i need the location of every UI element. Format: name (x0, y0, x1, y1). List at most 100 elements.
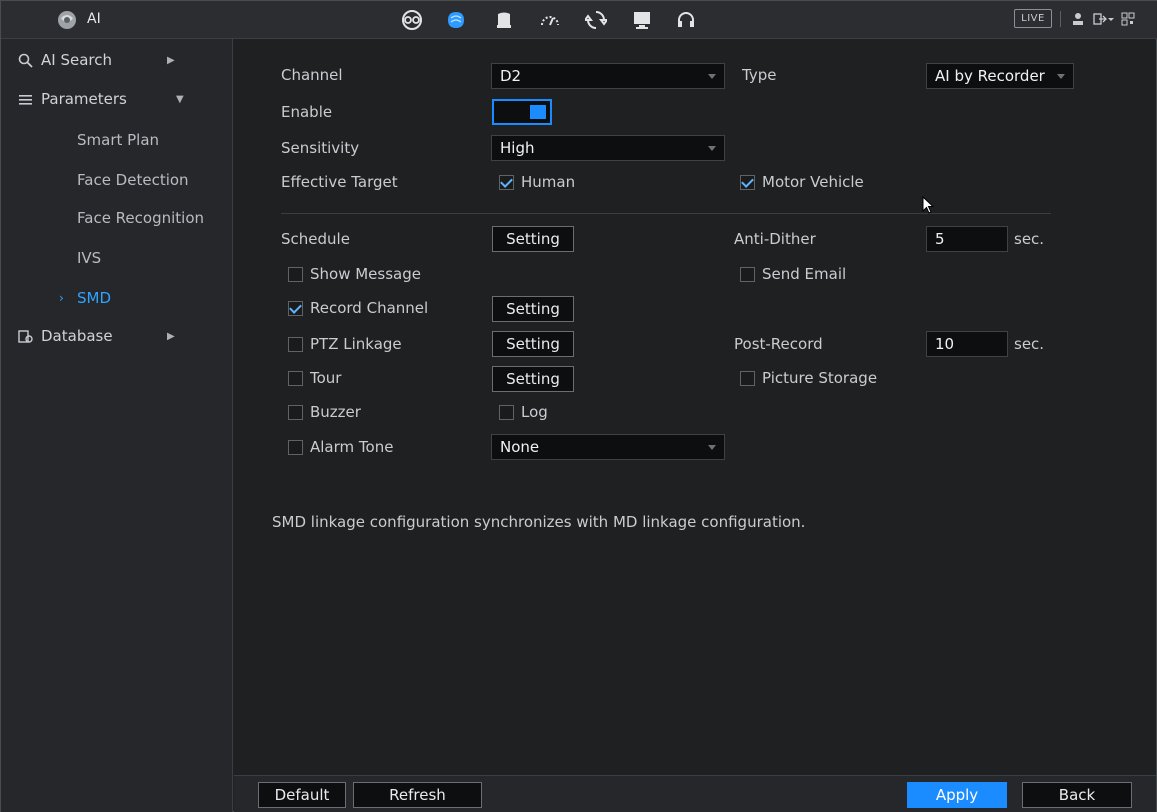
chevron-down-icon (708, 445, 716, 450)
chevron-down-icon[interactable] (1106, 10, 1116, 28)
motor-vehicle-checkbox[interactable]: Motor Vehicle (740, 173, 864, 191)
headset-icon[interactable] (671, 7, 701, 33)
display-icon[interactable] (627, 7, 657, 33)
sidebar-item-smd[interactable]: › SMD (1, 279, 233, 317)
schedule-label: Schedule (281, 230, 350, 248)
sidebar-item-face-recognition[interactable]: Face Recognition (1, 199, 233, 237)
type-label: Type (742, 66, 777, 84)
record-channel-checkbox[interactable]: Record Channel (288, 299, 428, 317)
active-arrow-icon: › (59, 291, 64, 305)
ptz-linkage-label: PTZ Linkage (310, 335, 402, 353)
sec-label: sec. (1014, 230, 1045, 248)
type-value: AI by Recorder (935, 67, 1045, 85)
toggle-knob (530, 105, 546, 119)
checkbox-box (499, 174, 514, 190)
apply-button[interactable]: Apply (907, 782, 1007, 808)
caret-down-icon: ▼ (176, 93, 184, 105)
checkbox-box (288, 404, 303, 420)
sensitivity-label: Sensitivity (281, 139, 360, 157)
app-title: AI (87, 11, 101, 27)
anti-dither-input[interactable]: 5 (926, 226, 1008, 252)
type-dropdown[interactable]: AI by Recorder (926, 63, 1074, 89)
buzzer-label: Buzzer (310, 403, 361, 421)
sidebar: AI Search ▶ Parameters ▼ Smart Plan Face… (1, 39, 233, 812)
sidebar-item-label: Smart Plan (77, 131, 160, 149)
refresh-button[interactable]: Refresh (353, 782, 482, 808)
user-icon[interactable] (1069, 10, 1087, 28)
picture-storage-checkbox[interactable]: Picture Storage (740, 369, 877, 387)
channel-dropdown[interactable]: D2 (491, 63, 725, 89)
alarm-tone-label: Alarm Tone (310, 438, 394, 456)
sec-label: sec. (1014, 335, 1045, 353)
tour-checkbox[interactable]: Tour (288, 369, 341, 387)
ai-search-icon[interactable] (397, 7, 427, 33)
alarm-tone-dropdown[interactable]: None (491, 434, 725, 460)
divider (1060, 11, 1061, 27)
sensitivity-dropdown[interactable]: High (491, 135, 725, 161)
caret-right-icon: ▶ (167, 330, 175, 342)
effective-target-label: Effective Target (281, 173, 398, 191)
checkbox-box (288, 439, 303, 455)
app-window: AI LIVE AI Search ▶ Parameters ▼ Smart P… (0, 0, 1157, 812)
sensitivity-value: High (500, 139, 535, 157)
chevron-down-icon (1057, 74, 1065, 79)
sidebar-item-database[interactable]: Database ▶ (1, 317, 233, 355)
ptz-linkage-checkbox[interactable]: PTZ Linkage (288, 335, 402, 353)
sidebar-item-smart-plan[interactable]: Smart Plan (1, 121, 233, 159)
sidebar-item-label: Database (41, 327, 113, 345)
sidebar-item-label: Parameters (41, 90, 127, 108)
human-checkbox[interactable]: Human (499, 173, 575, 191)
motor-vehicle-label: Motor Vehicle (762, 173, 864, 191)
linkage-note: SMD linkage configuration synchronizes w… (272, 513, 806, 531)
checkbox-box (288, 336, 303, 352)
human-label: Human (521, 173, 576, 191)
chevron-down-icon (708, 146, 716, 151)
sidebar-item-label: Face Detection (77, 171, 189, 189)
sidebar-item-label: SMD (77, 289, 112, 307)
bottom-bar: Default Refresh Apply Back (234, 775, 1156, 812)
maintenance-icon[interactable] (581, 7, 611, 33)
schedule-setting-button[interactable]: Setting (492, 226, 574, 252)
log-checkbox[interactable]: Log (499, 403, 548, 421)
show-message-checkbox[interactable]: Show Message (288, 265, 421, 283)
checkbox-box (499, 404, 514, 420)
ai-brain-icon[interactable] (441, 7, 471, 33)
picture-storage-label: Picture Storage (762, 369, 878, 387)
sidebar-item-label: AI Search (41, 51, 112, 69)
qr-code-icon[interactable] (1119, 10, 1137, 28)
enable-toggle[interactable] (492, 99, 552, 125)
list-icon (17, 91, 33, 107)
checkbox-box (740, 266, 755, 282)
channel-label: Channel (281, 66, 343, 84)
sidebar-item-label: IVS (77, 249, 102, 267)
performance-icon[interactable] (535, 7, 565, 33)
post-record-label: Post-Record (734, 335, 823, 353)
default-button[interactable]: Default (258, 782, 346, 808)
live-button[interactable]: LIVE (1014, 9, 1052, 28)
chevron-down-icon (708, 74, 716, 79)
alarm-tone-checkbox[interactable]: Alarm Tone (288, 438, 393, 456)
buzzer-checkbox[interactable]: Buzzer (288, 403, 361, 421)
top-bar: AI LIVE (1, 1, 1157, 39)
ptz-linkage-setting-button[interactable]: Setting (492, 331, 574, 357)
show-message-label: Show Message (310, 265, 421, 283)
sidebar-item-ai-search[interactable]: AI Search ▶ (1, 41, 233, 79)
ai-search-icon (17, 52, 33, 68)
sidebar-item-label: Face Recognition (77, 209, 205, 227)
post-record-input[interactable]: 10 (926, 331, 1008, 357)
tour-setting-button[interactable]: Setting (492, 366, 574, 392)
anti-dither-label: Anti-Dither (734, 230, 816, 248)
mouse-cursor-icon (922, 195, 936, 216)
storage-icon[interactable] (489, 7, 519, 33)
alarm-tone-value: None (500, 438, 540, 456)
sidebar-item-face-detection[interactable]: Face Detection (1, 161, 233, 199)
send-email-label: Send Email (762, 265, 847, 283)
checkbox-box (740, 370, 755, 386)
send-email-checkbox[interactable]: Send Email (740, 265, 846, 283)
channel-value: D2 (500, 67, 522, 85)
checkbox-box (740, 174, 755, 190)
sidebar-item-parameters[interactable]: Parameters ▼ (1, 80, 233, 118)
back-button[interactable]: Back (1022, 782, 1132, 808)
record-channel-setting-button[interactable]: Setting (492, 296, 574, 322)
sidebar-item-ivs[interactable]: IVS (1, 239, 233, 277)
